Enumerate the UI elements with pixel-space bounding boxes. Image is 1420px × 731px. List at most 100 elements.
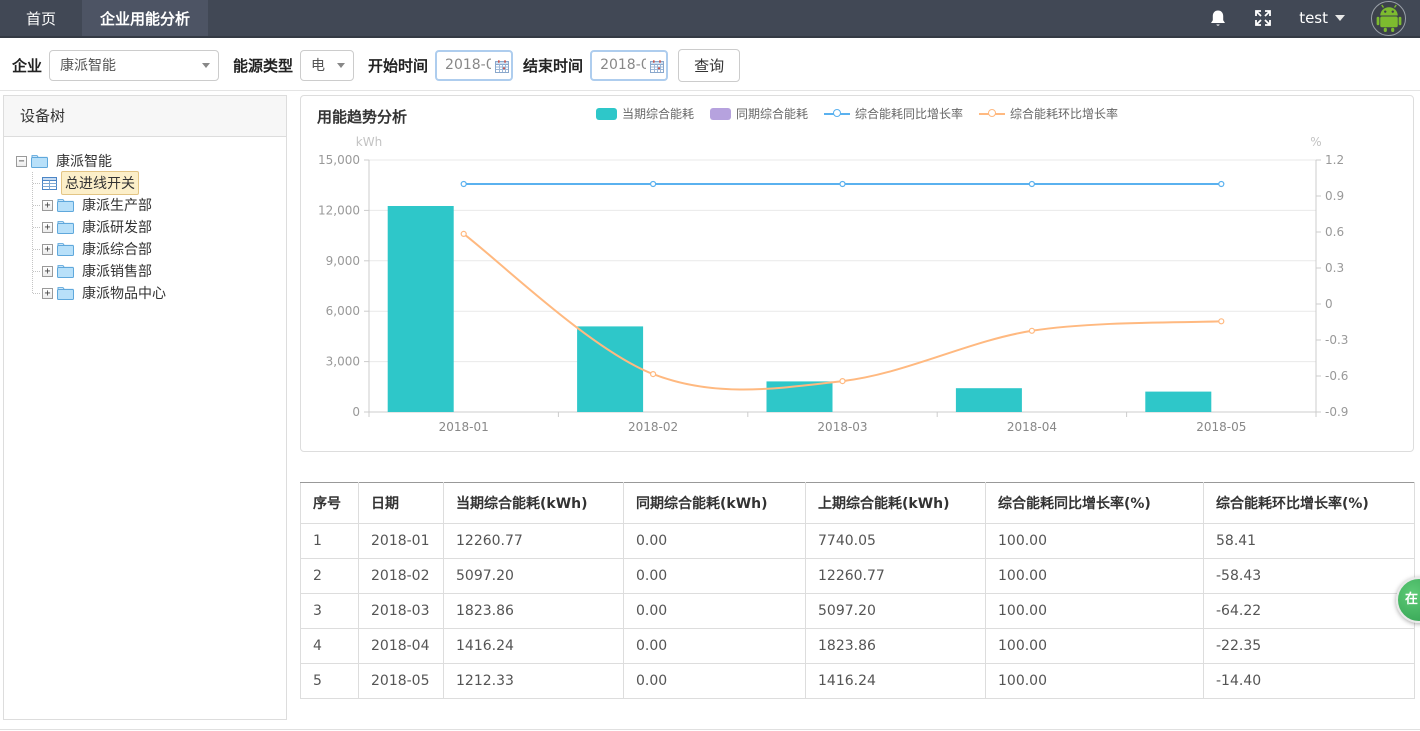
tree-node-label[interactable]: 康派研发部 — [78, 215, 156, 239]
svg-text:9,000: 9,000 — [326, 254, 360, 268]
table-cell: 1823.86 — [806, 629, 986, 664]
collapse-icon[interactable]: − — [16, 156, 27, 167]
table-header-cell: 上期综合能耗(kWh) — [806, 483, 986, 524]
table-cell: 2018-02 — [359, 559, 444, 594]
table-row: 42018-041416.240.001823.86100.00-22.35 — [301, 629, 1415, 664]
trend-chart: 03,0006,0009,00012,00015,000-0.9-0.6-0.3… — [301, 108, 1413, 452]
table-cell: -64.22 — [1204, 594, 1415, 629]
table-header-cell: 综合能耗环比增长率(%) — [1204, 483, 1415, 524]
filter-bar: 企业 康派智能 能源类型 电 开始时间 结束时间 — [0, 40, 1420, 91]
table-cell: 1212.33 — [444, 664, 624, 699]
energy-type-select-value: 电 — [311, 55, 325, 75]
svg-text:2018-03: 2018-03 — [817, 420, 867, 434]
svg-text:2018-05: 2018-05 — [1196, 420, 1246, 434]
tree-node[interactable]: + 康派生产部 — [33, 194, 286, 216]
table-cell: 2 — [301, 559, 359, 594]
table-cell: 0.00 — [624, 524, 806, 559]
svg-text:-0.9: -0.9 — [1325, 405, 1348, 419]
data-table-wrap: 序号日期当期综合能耗(kWh)同期综合能耗(kWh)上期综合能耗(kWh)综合能… — [300, 482, 1414, 699]
calendar-icon[interactable] — [650, 58, 664, 77]
expand-icon[interactable]: + — [42, 200, 53, 211]
nav-right-tools: test — [1209, 0, 1420, 36]
device-tree: − 康派智能总进线开关 + 康派生产部 + 康派研发部 + 康派综合部 + 康派销售部 + 康派物品中… — [4, 137, 286, 304]
svg-text:0.3: 0.3 — [1325, 261, 1344, 275]
table-cell: 1416.24 — [444, 629, 624, 664]
table-cell: 12260.77 — [806, 559, 986, 594]
table-cell: 5097.20 — [806, 594, 986, 629]
bell-icon[interactable] — [1209, 9, 1227, 28]
svg-text:0.6: 0.6 — [1325, 225, 1344, 239]
table-cell: 58.41 — [1204, 524, 1415, 559]
table-cell: -58.43 — [1204, 559, 1415, 594]
table-header-row: 序号日期当期综合能耗(kWh)同期综合能耗(kWh)上期综合能耗(kWh)综合能… — [301, 483, 1415, 524]
avatar[interactable] — [1371, 1, 1406, 36]
user-menu[interactable]: test — [1299, 9, 1345, 27]
tree-node[interactable]: + 康派物品中心 — [33, 282, 286, 304]
expand-icon[interactable]: + — [42, 222, 53, 233]
table-cell: 1 — [301, 524, 359, 559]
expand-icon[interactable]: + — [42, 266, 53, 277]
end-time-label: 结束时间 — [523, 55, 583, 76]
table-cell: 0.00 — [624, 664, 806, 699]
table-cell: 0.00 — [624, 559, 806, 594]
svg-text:3,000: 3,000 — [326, 355, 360, 369]
tree-node-label[interactable]: 康派销售部 — [78, 259, 156, 283]
page-bottom-divider — [0, 729, 1420, 730]
table-cell: 2018-03 — [359, 594, 444, 629]
caret-down-icon — [202, 63, 210, 68]
tree-node-label[interactable]: 康派综合部 — [78, 237, 156, 261]
tree-node-label[interactable]: 康派生产部 — [78, 193, 156, 217]
svg-text:1.2: 1.2 — [1325, 153, 1344, 167]
table-cell: 2018-04 — [359, 629, 444, 664]
nav-tab-home[interactable]: 首页 — [0, 0, 82, 36]
tree-node-label[interactable]: 总进线开关 — [61, 171, 139, 195]
data-table: 序号日期当期综合能耗(kWh)同期综合能耗(kWh)上期综合能耗(kWh)综合能… — [300, 482, 1415, 699]
energy-type-select[interactable]: 电 — [300, 50, 354, 81]
table-cell: 0.00 — [624, 629, 806, 664]
table-row: 12018-0112260.770.007740.05100.0058.41 — [301, 524, 1415, 559]
table-cell: 2018-01 — [359, 524, 444, 559]
table-row: 22018-025097.200.0012260.77100.00-58.43 — [301, 559, 1415, 594]
table-cell: -22.35 — [1204, 629, 1415, 664]
svg-text:15,000: 15,000 — [318, 153, 360, 167]
tree-node-label[interactable]: 康派智能 — [52, 149, 116, 173]
expand-icon[interactable]: + — [42, 244, 53, 255]
svg-text:0.9: 0.9 — [1325, 189, 1344, 203]
svg-text:-0.3: -0.3 — [1325, 333, 1348, 347]
table-cell: 3 — [301, 594, 359, 629]
enterprise-select[interactable]: 康派智能 — [49, 50, 219, 81]
tree-children: 总进线开关 + 康派生产部 + 康派研发部 + 康派综合部 + 康派销售部 + 康派物品中心 — [16, 172, 286, 304]
expand-icon[interactable]: + — [42, 288, 53, 299]
tree-node-root[interactable]: − 康派智能 — [16, 150, 286, 172]
device-tree-panel: 设备树 −康派智能总进线开关+康派生产部+康派研发部+康派综合部+康派销售部+康… — [3, 95, 287, 720]
enterprise-select-value: 康派智能 — [60, 55, 116, 75]
caret-down-icon — [337, 63, 345, 68]
table-cell: -14.40 — [1204, 664, 1415, 699]
table-header-cell: 日期 — [359, 483, 444, 524]
table-cell: 12260.77 — [444, 524, 624, 559]
tree-node[interactable]: + 康派研发部 — [33, 216, 286, 238]
start-time-label: 开始时间 — [368, 55, 428, 76]
tree-node-label[interactable]: 康派物品中心 — [78, 281, 170, 305]
folder-icon — [57, 198, 74, 212]
user-name: test — [1299, 9, 1328, 27]
nav-tab-energy-analysis[interactable]: 企业用能分析 — [82, 0, 208, 36]
nav-tabs: 首页 企业用能分析 — [0, 0, 208, 36]
tree-node[interactable]: + 康派综合部 — [33, 238, 286, 260]
table-row: 32018-031823.860.005097.20100.00-64.22 — [301, 594, 1415, 629]
table-row: 52018-051212.330.001416.24100.00-14.40 — [301, 664, 1415, 699]
tree-node-selected[interactable]: 总进线开关 — [33, 172, 286, 194]
chart-card: 用能趋势分析 当期综合能耗 同期综合能耗 综合能耗同比增长率 综合能耗环比增长率… — [300, 95, 1414, 452]
query-button[interactable]: 查询 — [678, 49, 740, 82]
table-cell: 100.00 — [986, 629, 1204, 664]
meter-table-icon — [42, 177, 57, 190]
folder-icon — [57, 286, 74, 300]
fullscreen-icon[interactable] — [1253, 8, 1273, 28]
svg-text:0: 0 — [1325, 297, 1333, 311]
table-cell: 2018-05 — [359, 664, 444, 699]
tree-node[interactable]: + 康派销售部 — [33, 260, 286, 282]
trend-chart-svg: 03,0006,0009,00012,00015,000-0.9-0.6-0.3… — [301, 108, 1413, 448]
table-header-cell: 同期综合能耗(kWh) — [624, 483, 806, 524]
table-cell: 5097.20 — [444, 559, 624, 594]
calendar-icon[interactable] — [495, 58, 509, 77]
